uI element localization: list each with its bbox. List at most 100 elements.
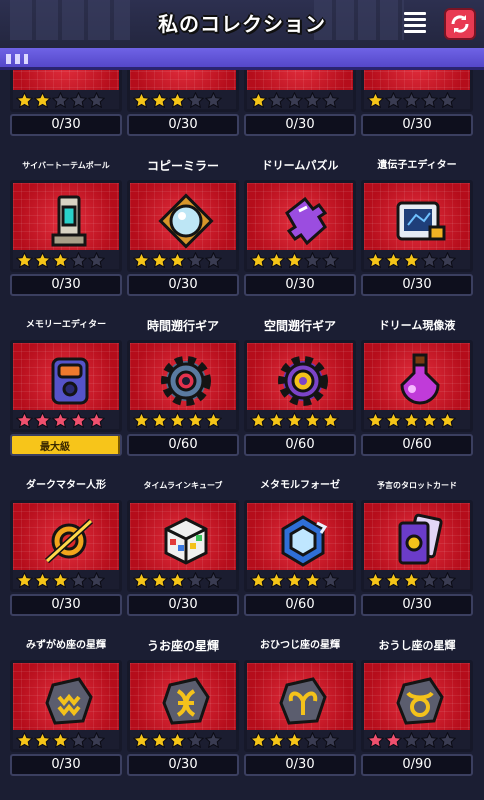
star-filled-icon [385, 571, 402, 588]
star-filled-icon [151, 571, 168, 588]
star-empty-icon [88, 731, 105, 748]
item-count: 0/30 [10, 274, 122, 296]
item-name: うお座の星輝 [146, 638, 219, 653]
star-filled-icon [34, 251, 51, 268]
cycle-arrows-icon[interactable] [444, 8, 476, 40]
star-empty-icon [421, 91, 438, 108]
star-rating [13, 570, 119, 589]
star-filled-icon [403, 251, 420, 268]
star-filled-icon [385, 411, 402, 428]
list-icon[interactable] [404, 12, 426, 34]
collection-grid[interactable]: 0/30 0/30 0/30 0/30 サイバートーテムポール 0/30 コピーミラー 0/3… [0, 70, 484, 800]
star-filled-icon [322, 411, 339, 428]
star-filled-icon [34, 571, 51, 588]
item-frame [244, 500, 356, 592]
star-empty-icon [187, 731, 204, 748]
star-rating [247, 250, 353, 269]
aries-stone-icon [273, 671, 333, 731]
item-name: ダークマター人形 [26, 479, 106, 491]
star-filled-icon [16, 571, 33, 588]
metamorph-cube-icon [273, 511, 333, 571]
star-empty-icon [70, 91, 87, 108]
item-frame [361, 340, 473, 432]
star-filled-icon [250, 251, 267, 268]
star-filled-icon [286, 411, 303, 428]
star-empty-icon [304, 731, 321, 748]
star-filled-icon [304, 411, 321, 428]
star-filled-icon [169, 411, 186, 428]
item-frame [127, 340, 239, 432]
star-empty-icon [439, 251, 456, 268]
star-rating [364, 570, 470, 589]
star-empty-icon [187, 251, 204, 268]
item-name: おひつじ座の星輝 [260, 639, 340, 651]
item-name: サイバートーテムポール [22, 160, 110, 170]
star-filled-icon [205, 411, 222, 428]
item-count: 0/60 [361, 434, 473, 456]
star-rating [247, 410, 353, 429]
star-rating [364, 90, 470, 109]
star-filled-icon [403, 571, 420, 588]
star-rating [247, 570, 353, 589]
item-count: 0/30 [10, 594, 122, 616]
item-name: 遺伝子エディター [377, 159, 457, 171]
star-empty-icon [187, 571, 204, 588]
item-frame [127, 500, 239, 592]
star-filled-icon [403, 411, 420, 428]
star-filled-icon [250, 731, 267, 748]
star-filled-icon [16, 91, 33, 108]
star-empty-icon [70, 571, 87, 588]
item-count: 0/30 [244, 274, 356, 296]
star-filled-icon [250, 411, 267, 428]
max-level-bar: 最大級 [10, 434, 122, 456]
item-count: 0/30 [244, 754, 356, 776]
star-filled-icon [268, 251, 285, 268]
item-frame [127, 70, 239, 112]
star-filled-icon [250, 571, 267, 588]
star-filled-icon [151, 251, 168, 268]
item-count: 0/30 [10, 114, 122, 136]
gene-editor-icon [390, 191, 450, 251]
star-empty-icon [385, 91, 402, 108]
star-filled-icon [151, 91, 168, 108]
rubik-cube-icon [156, 511, 216, 571]
star-rating [364, 730, 470, 749]
star-filled-icon [133, 571, 150, 588]
star-empty-icon [88, 251, 105, 268]
star-rating [13, 250, 119, 269]
star-empty-icon [205, 91, 222, 108]
star-empty-icon [439, 571, 456, 588]
star-rating [130, 410, 236, 429]
star-filled-icon [34, 91, 51, 108]
item-frame [244, 180, 356, 272]
star-filled-icon [367, 251, 384, 268]
star-filled-icon [133, 251, 150, 268]
star-rating [13, 410, 119, 429]
star-filled-icon [16, 411, 33, 428]
star-empty-icon [52, 91, 69, 108]
taurus-stone-icon [390, 671, 450, 731]
star-filled-icon [367, 91, 384, 108]
collection-progress-strip [0, 48, 484, 70]
potion-bottle-icon [390, 351, 450, 411]
star-filled-icon [286, 251, 303, 268]
item-name: ドリーム現像液 [378, 319, 456, 333]
item-count: 0/30 [361, 114, 473, 136]
star-filled-icon [169, 91, 186, 108]
item-frame [10, 660, 122, 752]
star-filled-icon [169, 251, 186, 268]
item-frame [361, 180, 473, 272]
pisces-stone-icon [156, 671, 216, 731]
item-frame [361, 660, 473, 752]
star-empty-icon [304, 251, 321, 268]
tarot-card-icon [390, 511, 450, 571]
item-count: 0/60 [127, 434, 239, 456]
star-empty-icon [322, 251, 339, 268]
partial-item-icon [273, 70, 333, 91]
aquarius-stone-icon [39, 671, 99, 731]
max-level-label: 最大級 [40, 442, 70, 453]
puzzle-piece-icon [273, 191, 333, 251]
star-empty-icon [421, 571, 438, 588]
mirror-icon [156, 191, 216, 251]
star-filled-icon [250, 91, 267, 108]
